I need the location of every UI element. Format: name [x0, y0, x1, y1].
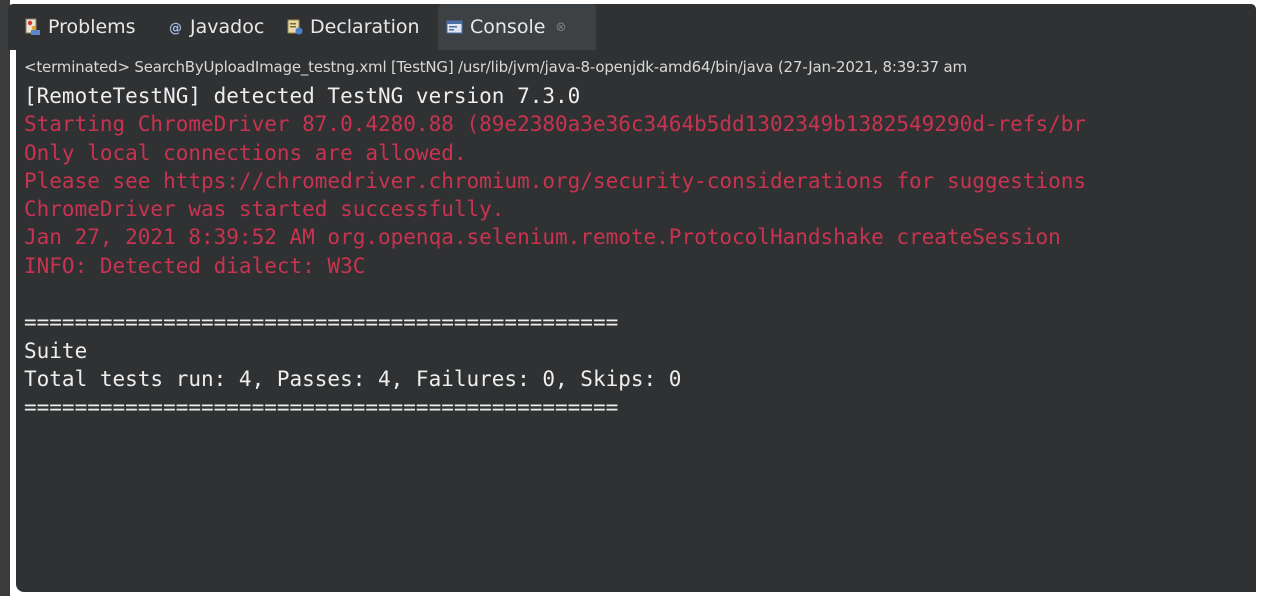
console-line: ========================================… [24, 310, 619, 335]
tab-label: Declaration [310, 16, 420, 38]
process-status-line: <terminated> SearchByUploadImage_testng.… [24, 58, 967, 76]
console-line: Please see https://chromedriver.chromium… [24, 168, 1087, 193]
console-line: [RemoteTestNG] detected TestNG version 7… [24, 84, 581, 108]
tab-declaration[interactable]: Declaration [286, 4, 420, 50]
console-line: INFO: Detected dialect: W3C [24, 253, 366, 278]
close-tab-icon[interactable]: ⊗ [555, 20, 566, 35]
console-line: Only local connections are allowed. [24, 140, 467, 165]
console-line: Total tests run: 4, Passes: 4, Failures:… [24, 366, 682, 391]
console-log: [RemoteTestNG] detected TestNG version 7… [24, 82, 1086, 422]
svg-text:@: @ [169, 21, 182, 36]
console-output-area[interactable]: <terminated> SearchByUploadImage_testng.… [16, 50, 1256, 592]
console-line: Starting ChromeDriver 87.0.4280.88 (89e2… [24, 112, 1087, 137]
eclipse-console-view: Problems @ Javadoc Declaration Console ⊗… [0, 0, 1262, 596]
javadoc-icon: @ [166, 18, 184, 36]
console-line: Jan 27, 2021 8:39:52 AM org.openqa.selen… [24, 225, 1061, 250]
problems-icon [24, 18, 42, 36]
tab-javadoc[interactable]: @ Javadoc [166, 4, 264, 50]
tab-label: Console [470, 16, 546, 38]
console-line: ========================================… [24, 395, 619, 420]
tab-console[interactable]: Console ⊗ [438, 4, 596, 50]
console-icon [446, 18, 464, 36]
console-line: Suite [24, 338, 88, 363]
tab-problems[interactable]: Problems [24, 4, 136, 50]
left-edge [0, 0, 10, 596]
view-tab-bar: Problems @ Javadoc Declaration Console ⊗ [8, 4, 1256, 50]
declaration-icon [286, 18, 304, 36]
console-line: ChromeDriver was started successfully. [24, 197, 505, 222]
tab-label: Javadoc [190, 16, 265, 38]
tab-label: Problems [48, 16, 136, 38]
